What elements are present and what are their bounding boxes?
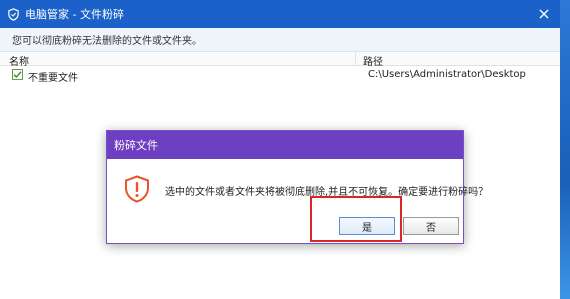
column-header-path[interactable]: 路径 bbox=[363, 53, 383, 68]
close-icon bbox=[539, 9, 549, 19]
close-button[interactable] bbox=[534, 4, 554, 24]
desktop-background bbox=[560, 0, 570, 299]
item-checkbox[interactable] bbox=[12, 69, 23, 80]
window-title: 电脑管家 - 文件粉碎 bbox=[25, 8, 124, 21]
warning-icon bbox=[125, 175, 149, 203]
window-titlebar: 电脑管家 - 文件粉碎 bbox=[0, 0, 560, 28]
item-name: 不重要文件 bbox=[28, 73, 78, 84]
list-header: 名称 路径 bbox=[0, 52, 560, 68]
no-button[interactable]: 否 bbox=[403, 217, 459, 235]
highlight-annotation-box bbox=[310, 196, 402, 242]
info-text: 您可以彻底粉碎无法删除的文件或文件夹。 bbox=[12, 36, 202, 47]
list-item[interactable]: 不重要文件 C:\Users\Administrator\Desktop bbox=[0, 67, 560, 84]
checkmark-icon bbox=[13, 71, 22, 79]
shred-confirm-dialog: 粉碎文件 选中的文件或者文件夹将被彻底删除,并且不可恢复。确定要进行粉碎吗？ 是… bbox=[106, 130, 488, 244]
dialog-title: 粉碎文件 bbox=[114, 139, 158, 152]
column-header-name[interactable]: 名称 bbox=[9, 53, 29, 68]
shield-icon bbox=[8, 7, 19, 21]
dialog-titlebar: 粉碎文件 bbox=[107, 131, 463, 159]
item-path: C:\Users\Administrator\Desktop bbox=[368, 69, 526, 80]
info-bar: 您可以彻底粉碎无法删除的文件或文件夹。 bbox=[0, 28, 560, 52]
column-divider[interactable] bbox=[355, 52, 356, 66]
